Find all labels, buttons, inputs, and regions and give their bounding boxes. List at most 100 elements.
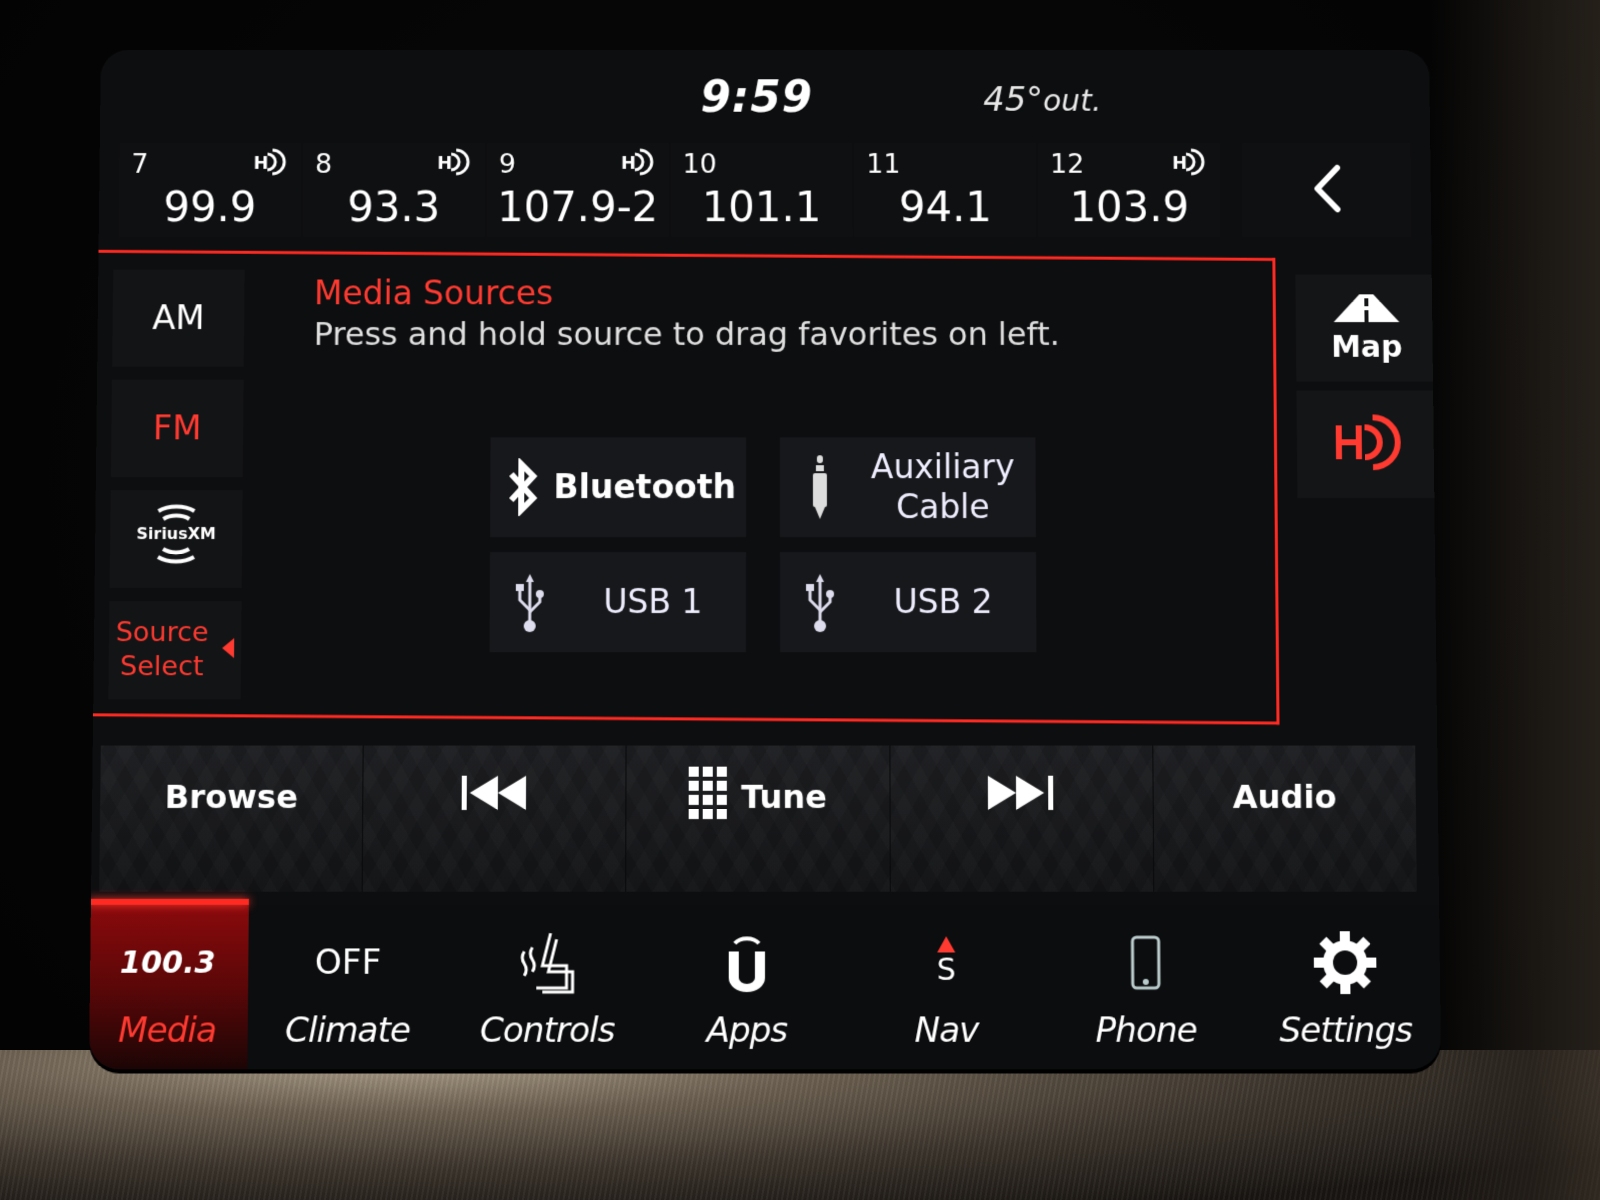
preset-7[interactable]: 7 H 99.9 (118, 143, 302, 237)
browse-button[interactable]: Browse (99, 745, 364, 892)
source-select-line1: Source (115, 617, 209, 649)
skip-next-icon (988, 775, 1054, 817)
preset-8[interactable]: 8 H 93.3 (302, 143, 486, 237)
hd-radio-icon: H (1172, 147, 1208, 181)
svg-text:H: H (1172, 153, 1187, 174)
preset-frequency: 107.9-2 (496, 182, 659, 232)
audio-button[interactable]: Audio (1153, 746, 1417, 892)
preset-number: 7 (131, 149, 149, 180)
preset-number: 9 (498, 149, 516, 180)
aux-label-line1: Auxiliary (870, 447, 1015, 487)
hd-radio-icon: H (621, 147, 657, 181)
preset-number: 10 (682, 149, 717, 180)
hd-radio-icon: H (253, 147, 289, 181)
nav-controls[interactable]: Controls (447, 905, 647, 1069)
gear-icon (1312, 927, 1379, 998)
preset-10[interactable]: 10 101.1 (670, 143, 853, 237)
seek-back-button[interactable] (362, 745, 627, 892)
bluetooth-icon (490, 458, 553, 517)
nav-label: Phone (1095, 1010, 1197, 1051)
infotainment-screen: 9:59 45°out. 7 H 99.9 8 H 93.3 9 H 107.9… (88, 49, 1442, 1070)
usb-icon (490, 570, 570, 634)
back-button[interactable] (1241, 143, 1412, 237)
nav-phone[interactable]: Phone (1046, 905, 1247, 1069)
nav-apps[interactable]: Apps (647, 905, 847, 1069)
siriusxm-icon: SiriusXM (128, 497, 225, 582)
caret-left-icon (222, 633, 235, 667)
keypad-icon (688, 766, 728, 826)
nav-climate[interactable]: OFF Climate (247, 905, 448, 1069)
outside-temperature: 45°out. (983, 80, 1101, 119)
bluetooth-label: Bluetooth (553, 467, 737, 507)
phone-icon (1130, 927, 1161, 998)
uconnect-icon (725, 927, 769, 998)
aux-jack-icon (780, 453, 860, 521)
preset-11[interactable]: 11 94.1 (854, 143, 1037, 237)
preset-bar: 7 H 99.9 8 H 93.3 9 H 107.9-2 10 101.1 1… (118, 143, 1223, 237)
hd-radio-icon (1335, 411, 1402, 477)
dashboard-trim (0, 1050, 1600, 1200)
nav-label: Nav (914, 1010, 979, 1051)
aux-label-line2: Cable (896, 487, 990, 527)
nav-label: Apps (706, 1010, 788, 1051)
compass-icon: S (937, 927, 956, 998)
chevron-left-icon (1309, 163, 1343, 216)
preset-frequency: 93.3 (347, 182, 441, 232)
usb-1-label: USB 1 (603, 581, 703, 622)
current-frequency: 100.3 (119, 944, 216, 981)
auxiliary-cable-button[interactable]: Auxiliary Cable (779, 437, 1036, 538)
usb-2-label: USB 2 (893, 581, 993, 622)
auxiliary-cable-label: Auxiliary Cable (860, 447, 1036, 527)
usb-1-button[interactable]: USB 1 (489, 552, 747, 653)
nav-media[interactable]: 100.3 Media (88, 904, 249, 1070)
seek-forward-button[interactable] (890, 745, 1155, 892)
heated-seat-icon (516, 927, 579, 998)
svg-text:H: H (621, 153, 636, 174)
skip-previous-icon (461, 775, 527, 817)
nav-settings[interactable]: Settings (1245, 905, 1441, 1069)
svg-text:H: H (253, 153, 268, 174)
compass-heading: S (936, 952, 956, 988)
siriusxm-button[interactable]: SiriusXM (109, 490, 243, 588)
tune-label: Tune (741, 777, 828, 816)
dashboard-trim-right (1430, 0, 1600, 1200)
am-button[interactable]: AM (112, 269, 245, 367)
preset-frequency: 103.9 (1069, 182, 1190, 232)
tune-button[interactable]: Tune (626, 745, 891, 892)
preset-frequency: 99.9 (163, 182, 257, 232)
preset-number: 8 (314, 149, 333, 180)
panel-instructions: Press and hold source to drag favorites … (313, 315, 1060, 353)
map-label: Map (1330, 329, 1403, 365)
panel-title: Media Sources (313, 273, 554, 313)
preset-12[interactable]: 12 H 103.9 (1038, 143, 1221, 237)
preset-frequency: 101.1 (701, 182, 822, 232)
source-select-line2: Select (119, 651, 204, 683)
usb-icon (780, 570, 860, 634)
bottom-navigation: 100.3 Media OFF Climate Controls Apps S … (88, 904, 1442, 1070)
hd-radio-icon: H (437, 147, 473, 181)
nav-label: Settings (1279, 1010, 1413, 1051)
temperature-value: 45° (983, 80, 1044, 120)
hd-radio-button[interactable] (1296, 390, 1440, 499)
nav-label: Controls (479, 1010, 615, 1051)
fm-button[interactable]: FM (110, 379, 244, 478)
transport-controls: Browse Tune Audio (99, 745, 1417, 892)
preset-9[interactable]: 9 H 107.9-2 (486, 143, 669, 237)
siriusxm-text: SiriusXM (136, 523, 216, 542)
favorite-sources: AM FM SiriusXM Source Select (108, 269, 245, 713)
preset-number: 11 (866, 149, 901, 180)
usb-2-button[interactable]: USB 2 (779, 552, 1037, 653)
climate-status: OFF (314, 942, 382, 983)
map-button[interactable]: Map (1295, 274, 1438, 382)
svg-text:H: H (437, 153, 452, 174)
preset-frequency: 94.1 (898, 182, 992, 232)
nav-label: Climate (284, 1010, 411, 1051)
temperature-suffix: out. (1042, 84, 1102, 119)
nav-label: Media (117, 1010, 217, 1051)
source-select-button[interactable]: Source Select (108, 601, 242, 700)
road-icon (1333, 292, 1400, 328)
bluetooth-button[interactable]: Bluetooth (490, 437, 747, 538)
nav-nav[interactable]: S Nav (846, 905, 1046, 1069)
preset-number: 12 (1049, 149, 1085, 180)
clock: 9:59 (700, 72, 814, 123)
